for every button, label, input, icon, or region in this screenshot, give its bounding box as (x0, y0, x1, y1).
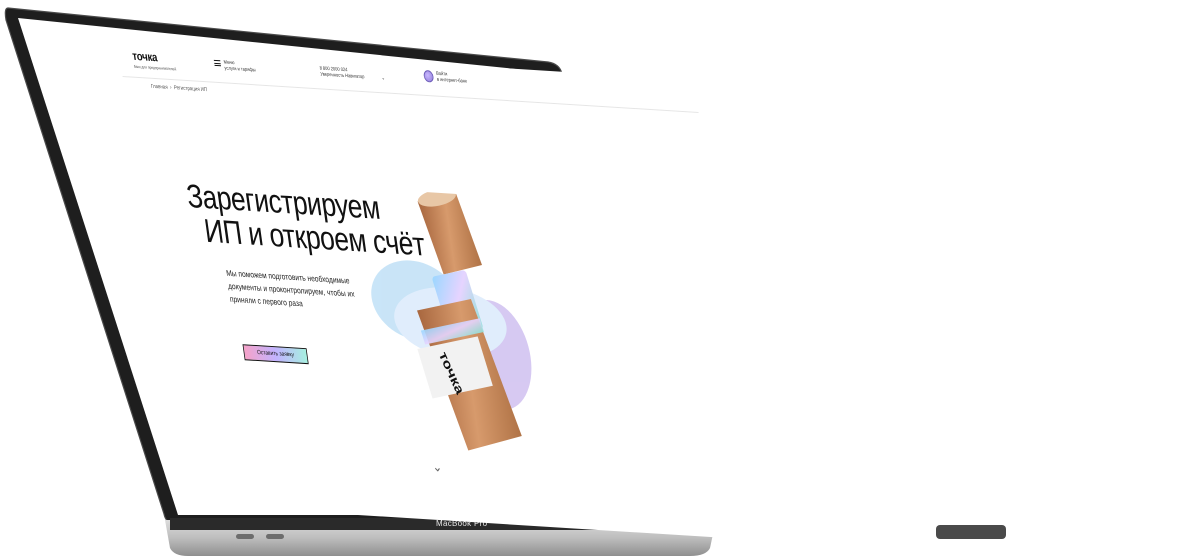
webpage: точка банк для предпринимателей Меню усл… (118, 44, 759, 540)
menu-subtitle: услуги и тарифы (224, 65, 257, 74)
hamburger-icon (213, 59, 222, 68)
login-subtitle: в интернет-банк (436, 76, 468, 85)
phone-block[interactable]: 8 800 2000 024 Уверенность Навигатор ⌄ (319, 66, 385, 82)
brand-tagline: банк для предпринимателей (133, 63, 177, 72)
menu-button[interactable]: Меню услуги и тарифы (213, 59, 256, 74)
chevron-down-icon[interactable]: ⌄ (431, 458, 443, 476)
breadcrumb-home[interactable]: Главная (151, 84, 169, 91)
submit-application-button[interactable]: Оставить заявку (242, 344, 309, 365)
login-link[interactable]: Войти в интернет-банк (422, 70, 468, 85)
breadcrumb: Главная › Регистрация ИП (151, 84, 208, 94)
breadcrumb-separator: › (169, 84, 172, 91)
avatar-icon (422, 70, 435, 83)
tube-illustration: точка (371, 188, 532, 451)
brand-logo[interactable]: точка (131, 49, 158, 65)
breadcrumb-current: Регистрация ИП (173, 85, 208, 94)
chevron-down-icon[interactable]: ⌄ (381, 75, 385, 81)
menu-label: Меню услуги и тарифы (223, 60, 256, 74)
hero-description: Мы поможем подготовить необходимые докум… (225, 268, 356, 309)
